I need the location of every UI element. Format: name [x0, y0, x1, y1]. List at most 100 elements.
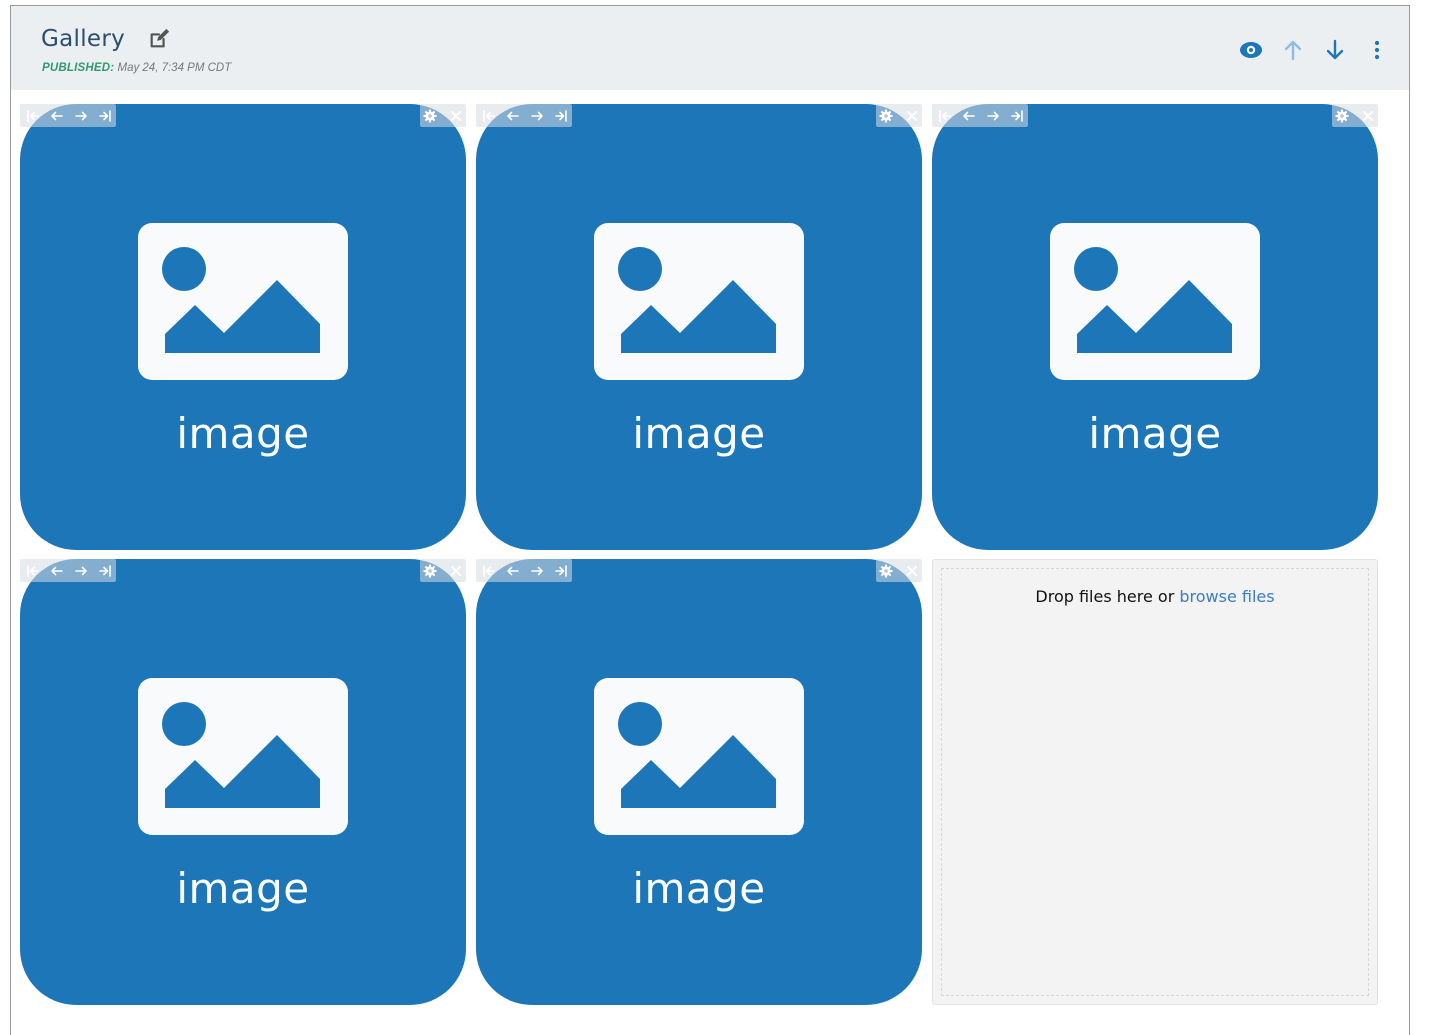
- move-up-button[interactable]: [1279, 36, 1307, 64]
- preview-button[interactable]: [1237, 36, 1265, 64]
- item-order-toolbar: [476, 559, 572, 582]
- move-first-icon: [27, 564, 39, 577]
- move-left-icon: [51, 111, 63, 120]
- item-settings-button[interactable]: [421, 562, 439, 580]
- item-settings-toolbar: [1332, 104, 1378, 127]
- move-left-button[interactable]: [48, 107, 66, 125]
- image-placeholder: image: [932, 104, 1378, 550]
- image-placeholder: image: [476, 559, 922, 1005]
- gear-icon: [879, 109, 893, 122]
- browse-files-link[interactable]: browse files: [1179, 587, 1274, 606]
- gallery-item-1[interactable]: image: [20, 104, 466, 550]
- close-icon: [907, 110, 917, 121]
- gallery-item-5[interactable]: image: [476, 559, 922, 1005]
- header-actions: [1223, 36, 1391, 64]
- close-icon: [1363, 110, 1373, 121]
- move-first-icon: [939, 109, 951, 122]
- remove-item-button[interactable]: [903, 107, 921, 125]
- move-last-button[interactable]: [96, 107, 114, 125]
- move-left-icon: [507, 111, 519, 120]
- move-right-button[interactable]: [984, 107, 1002, 125]
- item-settings-toolbar: [876, 104, 922, 127]
- item-settings-button[interactable]: [877, 562, 895, 580]
- gear-icon: [423, 109, 437, 122]
- move-right-button[interactable]: [72, 562, 90, 580]
- item-settings-toolbar: [876, 559, 922, 582]
- item-order-toolbar: [20, 559, 116, 582]
- move-first-button[interactable]: [936, 107, 954, 125]
- move-left-icon: [507, 566, 519, 575]
- dropzone-border: [941, 568, 1369, 996]
- dropzone-text: Drop files here or browse files: [933, 587, 1377, 606]
- gear-icon: [1335, 109, 1349, 122]
- move-right-icon: [987, 111, 999, 120]
- gallery-grid: image image image image image Drop files…: [20, 104, 1378, 1005]
- move-right-icon: [531, 111, 543, 120]
- gallery-item-2[interactable]: image: [476, 104, 922, 550]
- publish-status: PUBLISHED: May 24, 7:34 PM CDT: [42, 62, 231, 74]
- move-first-button[interactable]: [480, 562, 498, 580]
- item-order-toolbar: [932, 104, 1028, 127]
- image-icon: [594, 678, 804, 835]
- move-left-icon: [51, 566, 63, 575]
- move-right-icon: [531, 566, 543, 575]
- move-left-icon: [963, 111, 975, 120]
- close-icon: [907, 565, 917, 576]
- image-placeholder-label: image: [1088, 409, 1222, 458]
- move-last-button[interactable]: [552, 562, 570, 580]
- remove-item-button[interactable]: [1359, 107, 1377, 125]
- move-right-button[interactable]: [72, 107, 90, 125]
- move-first-button[interactable]: [480, 107, 498, 125]
- move-first-icon: [483, 564, 495, 577]
- more-vertical-icon: [1374, 40, 1380, 60]
- move-first-icon: [483, 109, 495, 122]
- status-label: PUBLISHED:: [42, 62, 115, 74]
- image-placeholder: image: [20, 104, 466, 550]
- gallery-item-3[interactable]: image: [932, 104, 1378, 550]
- item-settings-button[interactable]: [421, 107, 439, 125]
- dropzone-message: Drop files here or: [1035, 587, 1175, 606]
- move-left-button[interactable]: [504, 107, 522, 125]
- move-first-button[interactable]: [24, 562, 42, 580]
- move-right-button[interactable]: [528, 107, 546, 125]
- move-last-icon: [99, 109, 111, 122]
- page-title: Gallery: [41, 26, 126, 52]
- move-last-button[interactable]: [1008, 107, 1026, 125]
- item-settings-toolbar: [420, 104, 466, 127]
- move-first-button[interactable]: [24, 107, 42, 125]
- close-icon: [451, 565, 461, 576]
- move-last-icon: [555, 564, 567, 577]
- move-right-icon: [75, 566, 87, 575]
- panel-header: Gallery PUBLISHED: May 24, 7:34 PM CDT: [11, 6, 1409, 90]
- edit-icon: [150, 28, 170, 48]
- gallery-item-4[interactable]: image: [20, 559, 466, 1005]
- title-row: Gallery: [41, 26, 171, 52]
- item-settings-button[interactable]: [1333, 107, 1351, 125]
- move-first-icon: [27, 109, 39, 122]
- move-last-button[interactable]: [96, 562, 114, 580]
- move-last-button[interactable]: [552, 107, 570, 125]
- image-placeholder: image: [476, 104, 922, 550]
- eye-icon: [1240, 42, 1262, 58]
- move-last-icon: [555, 109, 567, 122]
- remove-item-button[interactable]: [447, 107, 465, 125]
- item-order-toolbar: [20, 104, 116, 127]
- gear-icon: [423, 564, 437, 577]
- image-icon: [138, 223, 348, 380]
- image-placeholder-label: image: [176, 864, 310, 913]
- move-last-icon: [1011, 109, 1023, 122]
- edit-title-button[interactable]: [147, 27, 171, 51]
- move-right-button[interactable]: [528, 562, 546, 580]
- close-icon: [451, 110, 461, 121]
- move-left-button[interactable]: [960, 107, 978, 125]
- move-last-icon: [99, 564, 111, 577]
- item-settings-button[interactable]: [877, 107, 895, 125]
- file-dropzone[interactable]: Drop files here or browse files: [932, 559, 1378, 1005]
- move-left-button[interactable]: [504, 562, 522, 580]
- move-down-button[interactable]: [1321, 36, 1349, 64]
- more-options-button[interactable]: [1363, 36, 1391, 64]
- remove-item-button[interactable]: [903, 562, 921, 580]
- gear-icon: [879, 564, 893, 577]
- move-left-button[interactable]: [48, 562, 66, 580]
- remove-item-button[interactable]: [447, 562, 465, 580]
